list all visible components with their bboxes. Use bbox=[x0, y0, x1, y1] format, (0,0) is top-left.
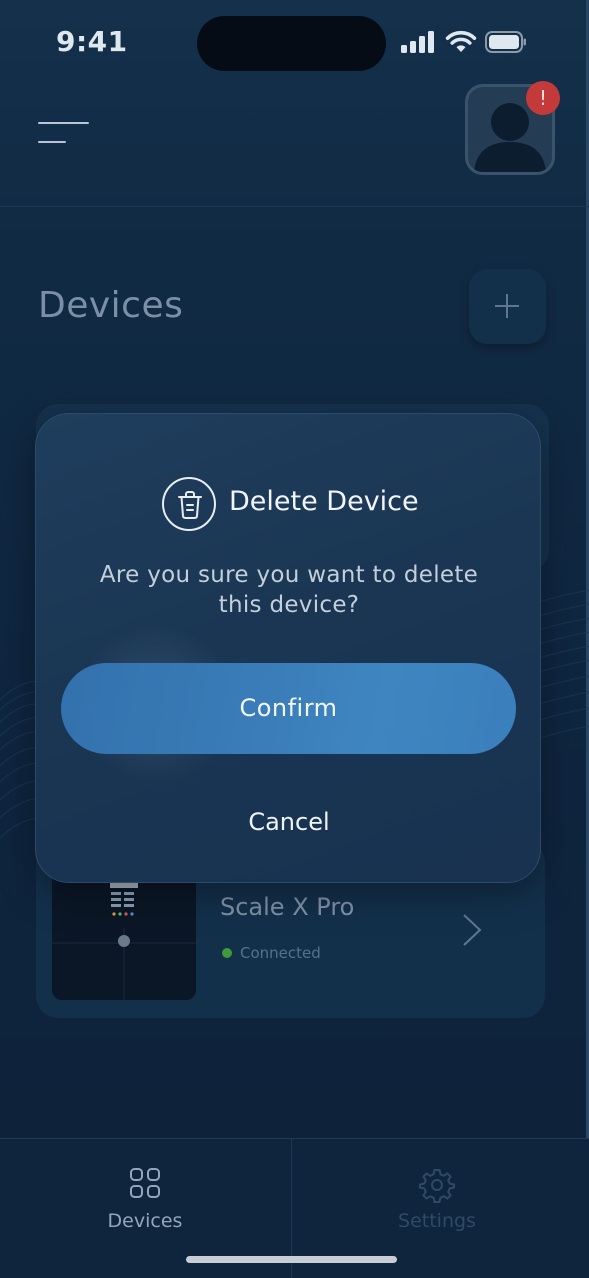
delete-device-modal: Delete Device Are you sure you want to d… bbox=[35, 413, 541, 883]
modal-message: Are you sure you want to delete this dev… bbox=[99, 562, 479, 618]
add-device-button[interactable] bbox=[469, 269, 546, 344]
tab-devices[interactable]: Devices bbox=[0, 1139, 290, 1259]
status-time: 9:41 bbox=[56, 25, 128, 58]
device-image bbox=[52, 868, 196, 1000]
device-status: Connected bbox=[222, 944, 321, 962]
tab-settings[interactable]: Settings bbox=[292, 1139, 582, 1259]
header-divider bbox=[0, 206, 589, 207]
plus-icon bbox=[495, 294, 519, 318]
page-title: Devices bbox=[38, 285, 184, 326]
wifi-icon bbox=[445, 30, 477, 52]
status-icons bbox=[401, 30, 527, 54]
grid-icon bbox=[130, 1168, 160, 1198]
home-indicator bbox=[186, 1256, 397, 1263]
chevron-right-icon[interactable] bbox=[461, 912, 483, 948]
tab-settings-label: Settings bbox=[398, 1210, 476, 1232]
modal-title: Delete Device bbox=[229, 486, 419, 517]
confirm-button[interactable]: Confirm bbox=[61, 663, 516, 754]
hamburger-icon bbox=[38, 122, 89, 124]
tab-devices-label: Devices bbox=[107, 1210, 183, 1232]
trash-icon bbox=[178, 491, 202, 519]
device-status-label: Connected bbox=[240, 944, 321, 962]
battery-icon bbox=[485, 31, 526, 53]
dynamic-island bbox=[197, 16, 386, 71]
trash-icon-badge bbox=[162, 477, 216, 531]
signal-icon bbox=[401, 31, 434, 53]
alert-badge: ! bbox=[526, 81, 560, 115]
gear-icon bbox=[419, 1169, 455, 1203]
status-dot bbox=[222, 948, 232, 958]
device-name: Scale X Pro bbox=[220, 893, 355, 921]
cancel-button[interactable]: Cancel bbox=[189, 802, 389, 842]
hamburger-icon-line bbox=[38, 141, 66, 143]
menu-button[interactable] bbox=[36, 114, 92, 154]
app-screen: 9:41 ! Devices Scale X Pro Connected Del… bbox=[0, 0, 589, 1278]
